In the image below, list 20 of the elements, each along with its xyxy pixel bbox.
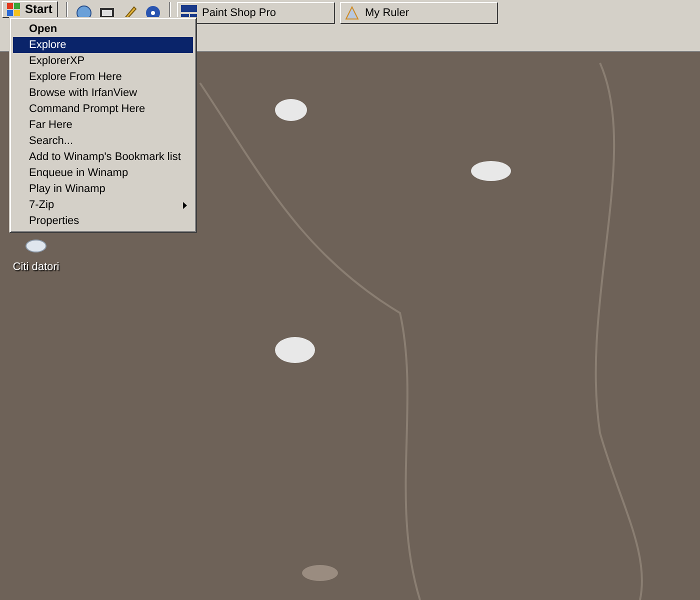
menu-item[interactable]: Open	[13, 21, 193, 37]
desktop-icon-label[interactable]: Citi datori	[12, 259, 60, 276]
menu-item[interactable]: Browse with IrfanView	[13, 85, 193, 101]
start-button[interactable]: Start	[2, 1, 58, 18]
menu-item[interactable]: Far Here	[13, 117, 193, 133]
submenu-arrow-icon	[183, 202, 187, 209]
menu-item[interactable]: Command Prompt Here	[13, 101, 193, 117]
menu-item[interactable]: Search...	[13, 133, 193, 149]
menu-item[interactable]: ExplorerXP	[13, 53, 193, 69]
menu-item[interactable]: Add to Winamp's Bookmark list	[13, 149, 193, 165]
menu-item[interactable]: 7-Zip	[13, 197, 193, 213]
taskbar-button[interactable]: Paint Shop Pro	[177, 2, 335, 24]
menu-item[interactable]: Properties	[13, 213, 193, 229]
menu-item[interactable]: Play in Winamp	[13, 181, 193, 197]
ruler-icon	[344, 5, 360, 21]
taskbar-button[interactable]: My Ruler	[340, 2, 498, 24]
menu-item[interactable]: Enqueue in Winamp	[13, 165, 193, 181]
menu-item[interactable]: Explore From Here	[13, 69, 193, 85]
menu-item[interactable]: Explore	[13, 37, 193, 53]
windows-logo-icon	[7, 2, 21, 16]
